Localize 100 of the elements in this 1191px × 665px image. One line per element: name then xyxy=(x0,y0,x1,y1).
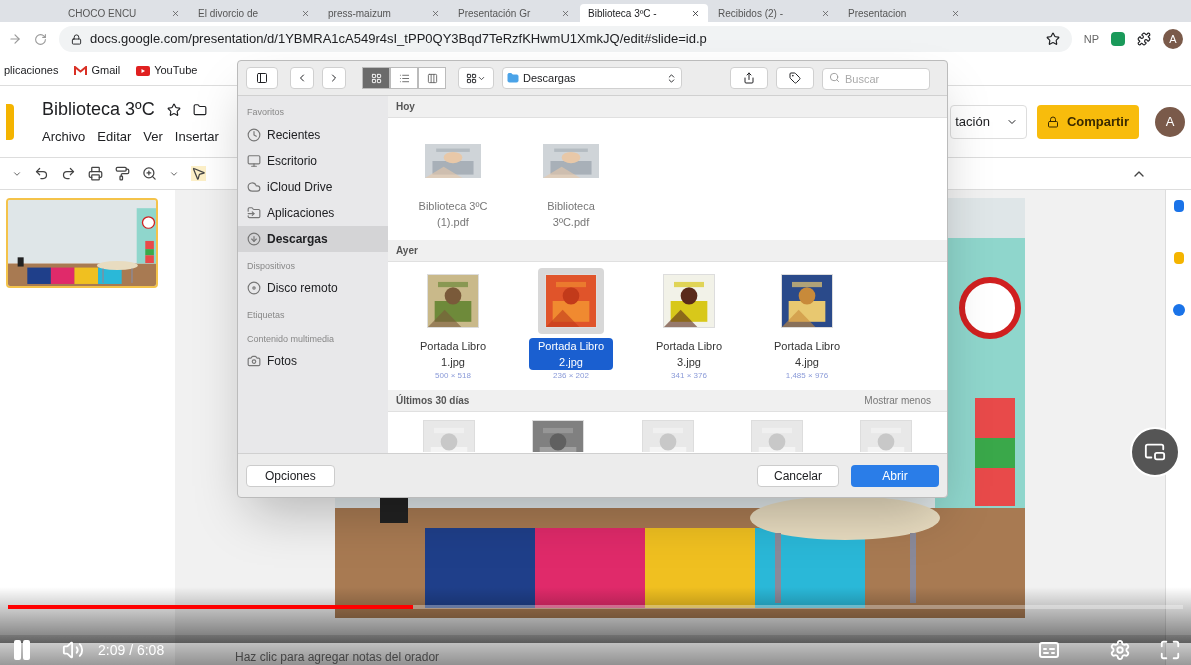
wall-clock xyxy=(141,216,156,229)
file-dimensions: 1,485 × 976 xyxy=(785,370,829,382)
share-icon xyxy=(743,72,755,84)
select-icon[interactable] xyxy=(191,166,206,181)
close-icon[interactable] xyxy=(821,8,830,18)
item-icon xyxy=(247,231,261,246)
folder-icon[interactable] xyxy=(192,102,207,117)
close-icon[interactable] xyxy=(561,8,570,18)
view-mode-button[interactable] xyxy=(362,67,390,89)
sidebar-heading: Favoritos xyxy=(246,106,285,119)
bookmark[interactable]: Gmail xyxy=(74,62,121,79)
reload-icon[interactable] xyxy=(34,32,47,46)
back-button[interactable] xyxy=(290,67,314,89)
sidebar-item[interactable]: Recientes xyxy=(238,121,388,148)
extension-icon[interactable] xyxy=(1111,32,1125,46)
file-item[interactable]: Portada Libro 4.jpg 1,485 × 976 xyxy=(762,268,852,382)
sidebar-item[interactable]: Disco remoto xyxy=(238,275,388,301)
tasks-icon[interactable] xyxy=(1172,304,1185,316)
close-icon[interactable] xyxy=(691,8,700,18)
open-button[interactable]: Abrir xyxy=(851,464,939,487)
table xyxy=(97,261,138,283)
file-name: Portada Libro 2.jpg xyxy=(529,338,613,370)
undo-icon[interactable] xyxy=(34,166,49,181)
browser-tab[interactable]: Biblioteca 3ºC - xyxy=(580,4,708,22)
bookmark[interactable]: plicaciones xyxy=(4,62,59,79)
show-less-link[interactable]: Mostrar menos xyxy=(864,393,931,408)
close-icon[interactable] xyxy=(431,8,440,18)
file-name: Biblioteca 3ºC (1).pdf xyxy=(417,199,489,230)
document-title[interactable]: Biblioteca 3ºC xyxy=(42,96,155,124)
print-icon[interactable] xyxy=(88,166,103,181)
profile-avatar[interactable]: A xyxy=(1163,29,1183,49)
item-icon xyxy=(247,179,261,194)
picture-in-picture-icon xyxy=(1144,441,1166,463)
file-item[interactable]: Biblioteca 3ºC.pdf xyxy=(526,128,616,230)
file-dimensions: 341 × 376 xyxy=(671,370,707,382)
bookmark[interactable]: YouTube xyxy=(136,62,198,79)
close-icon[interactable] xyxy=(171,8,180,18)
view-mode-button[interactable] xyxy=(390,67,418,89)
group-header: Últimos 30 días Mostrar menos xyxy=(388,390,947,412)
present-button[interactable]: tación xyxy=(950,104,1027,139)
close-icon[interactable] xyxy=(301,8,310,18)
menu-item[interactable]: Ver xyxy=(143,127,163,147)
star-icon[interactable] xyxy=(166,102,181,117)
item-icon xyxy=(247,354,261,368)
file-name: Portada Libro 1.jpg xyxy=(418,339,487,370)
folder-icon xyxy=(507,72,519,84)
item-icon xyxy=(247,281,261,295)
play-icon xyxy=(136,65,151,76)
file-item[interactable]: Portada Libro 2.jpg 236 × 202 xyxy=(526,268,616,382)
share-button[interactable]: Compartir xyxy=(1036,104,1139,139)
menu-item[interactable]: Editar xyxy=(97,127,132,147)
menu-item[interactable]: Archivo xyxy=(42,127,86,147)
paint-format-icon[interactable] xyxy=(115,166,130,181)
view-mode-button[interactable] xyxy=(418,67,446,89)
calendar-icon[interactable] xyxy=(1173,200,1184,212)
speaker-notes[interactable]: Haz clic para agregar notas del orador xyxy=(235,648,1025,665)
group-header: Hoy xyxy=(388,96,947,118)
sidebar-item[interactable]: Fotos xyxy=(238,348,388,374)
sidebar-heading: Contenido multimedia xyxy=(246,332,336,346)
volume-icon[interactable] xyxy=(62,639,84,661)
list-icon xyxy=(398,72,410,84)
forward-button[interactable] xyxy=(322,67,346,89)
grid-icon xyxy=(466,72,477,84)
close-icon[interactable] xyxy=(951,8,960,18)
zoom-icon[interactable] xyxy=(142,166,157,181)
account-avatar[interactable]: A xyxy=(1155,106,1185,137)
file-item[interactable]: Biblioteca 3ºC (1).pdf xyxy=(408,128,498,230)
group-button[interactable] xyxy=(458,67,494,89)
puzzle-icon[interactable] xyxy=(1137,32,1151,46)
sidebar-item[interactable]: Escritorio xyxy=(238,147,388,174)
file-item[interactable]: Portada Libro 3.jpg 341 × 376 xyxy=(644,268,734,382)
sidebar-heading: Etiquetas xyxy=(246,309,286,322)
sidebar-item[interactable]: Aplicaciones xyxy=(238,199,388,226)
file-item[interactable]: Portada Libro 1.jpg 500 × 518 xyxy=(408,268,498,382)
redo-icon[interactable] xyxy=(61,166,76,181)
settings-icon[interactable] xyxy=(1109,639,1131,661)
tag-icon xyxy=(789,72,801,84)
menu-item[interactable]: Insertar xyxy=(174,127,219,147)
figure-legs xyxy=(17,257,24,267)
location-popup[interactable]: Descargas xyxy=(502,67,682,89)
sidebar-item[interactable]: iCloud Drive xyxy=(238,173,388,200)
tag-button[interactable] xyxy=(776,67,814,89)
forward-icon[interactable] xyxy=(8,32,22,46)
options-button[interactable]: Opciones xyxy=(246,464,335,487)
star-icon[interactable] xyxy=(1045,32,1060,46)
sidebar-toggle-button[interactable] xyxy=(246,67,278,89)
cancel-button[interactable]: Cancelar xyxy=(756,464,839,487)
sidebar-heading: Dispositivos xyxy=(246,259,296,273)
slide-thumbnail[interactable] xyxy=(6,198,158,288)
share-button[interactable] xyxy=(730,67,768,89)
sidebar-item[interactable]: Descargas xyxy=(238,225,388,252)
search-field[interactable]: Buscar xyxy=(822,68,930,90)
progress-track[interactable] xyxy=(8,605,1183,609)
file-name: Portada Libro 3.jpg xyxy=(654,339,723,370)
columns-icon xyxy=(426,72,438,84)
address-bar[interactable]: docs.google.com/presentation/d/1YBMRA1cA549r4sI_tPP0QY3Bqd7TeRzfKHwmU1XmkJQ/edit#slide=id.p xyxy=(59,26,1072,52)
fullscreen-icon[interactable] xyxy=(1159,639,1181,661)
item-icon xyxy=(247,153,261,168)
extension-label[interactable]: NP xyxy=(1083,30,1099,48)
lock-icon xyxy=(71,33,82,45)
